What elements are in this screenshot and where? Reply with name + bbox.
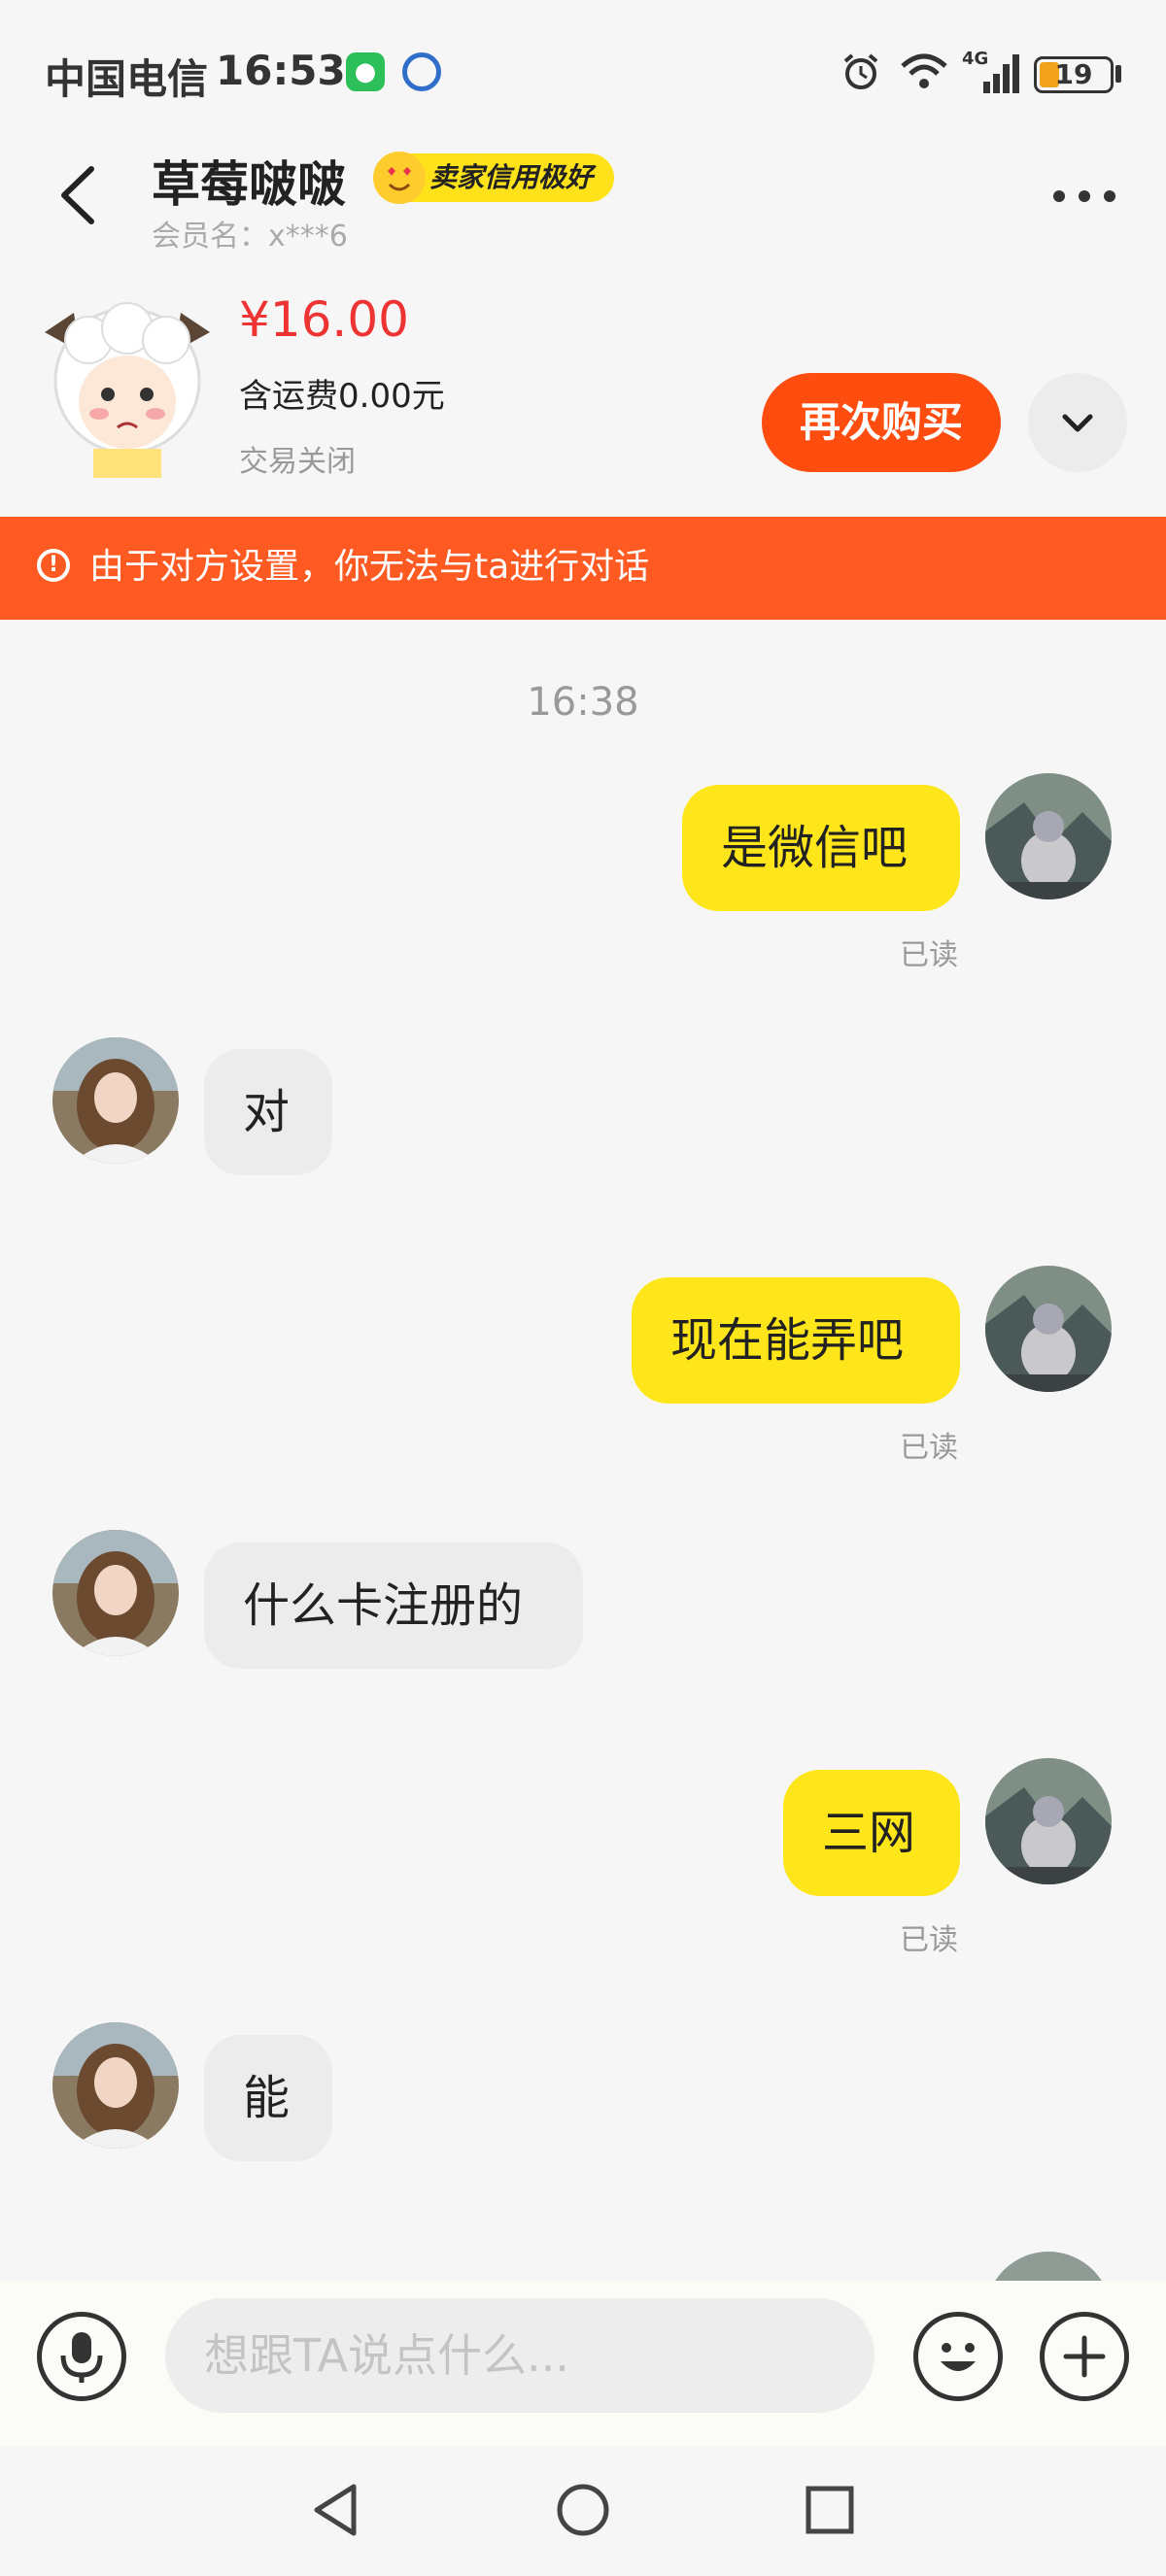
nav-home-button[interactable] [542,2469,624,2551]
buy-again-button[interactable]: 再次购买 [762,373,1001,472]
contact-message-bubble[interactable]: 什么卡注册的 [204,1542,583,1669]
exclamation-circle-icon: ! [37,549,70,582]
expand-button[interactable] [1028,373,1127,472]
circle-home-icon [557,2484,609,2536]
svg-text:4G: 4G [962,49,988,69]
trade-status: 交易关闭 [239,445,356,479]
battery-icon: 19 [1034,56,1114,93]
my-avatar[interactable] [985,773,1112,899]
credit-badge: 卖家信用极好 [373,152,615,204]
more-dot-icon [1053,190,1065,202]
chat-timestamp: 16:38 [527,680,639,725]
read-status: 已读 [900,1431,958,1465]
more-dot-icon [1104,190,1115,202]
product-price: ¥16.00 [239,291,409,348]
read-status: 已读 [900,1923,958,1957]
banner-text: 由于对方设置，你无法与ta进行对话 [89,547,650,587]
wechat-notification-icon: ● [346,52,385,91]
read-status: 已读 [900,938,958,972]
my-message-bubble[interactable]: 三网 [783,1770,960,1896]
nav-back-button[interactable] [295,2469,377,2551]
signal-4g-icon: 4G [962,49,1019,93]
message-input[interactable] [165,2298,874,2413]
browser-notification-icon [402,52,441,91]
battery-level: 19 [1054,58,1093,90]
my-message-bubble[interactable]: 现在能弄吧 [632,1277,960,1404]
smiley-face-icon [941,2361,976,2371]
plus-icon [1063,2335,1106,2378]
shipping-fee: 含运费0.00元 [239,377,445,416]
emoji-button[interactable] [913,2312,1003,2401]
add-attachment-button[interactable] [1040,2312,1129,2401]
triangle-back-icon [314,2484,357,2536]
member-name: 会员名：x***6 [152,220,348,254]
status-time: 16:53 [216,47,346,94]
contact-message-bubble[interactable]: 对 [204,1049,332,1175]
credit-badge-label: 卖家信用极好 [429,161,594,193]
contact-avatar[interactable] [52,1530,179,1656]
contact-avatar[interactable] [52,1037,179,1164]
wifi-icon [901,53,947,88]
heart-eyes-emoji-icon [373,152,426,204]
contact-avatar[interactable] [52,2022,179,2149]
product-image[interactable] [35,293,220,478]
more-options-button[interactable] [1049,175,1119,218]
battery-cap [1115,65,1121,83]
voice-button[interactable] [37,2312,126,2401]
square-recents-icon [806,2486,854,2534]
nav-recents-button[interactable] [789,2469,871,2551]
contact-message-bubble[interactable]: 能 [204,2035,332,2161]
more-dot-icon [1079,190,1090,202]
alarm-icon [843,53,878,89]
status-carrier: 中国电信 [45,55,209,103]
my-avatar[interactable] [985,1266,1112,1392]
chat-disabled-banner: ! 由于对方设置，你无法与ta进行对话 [0,517,1166,620]
back-button[interactable] [51,161,109,229]
my-message-bubble[interactable]: 是微信吧 [682,785,960,911]
my-avatar-partial [985,2252,1112,2281]
microphone-icon [72,2332,91,2363]
my-avatar[interactable] [985,1758,1112,1884]
contact-name: 草莓啵啵 [152,156,346,213]
